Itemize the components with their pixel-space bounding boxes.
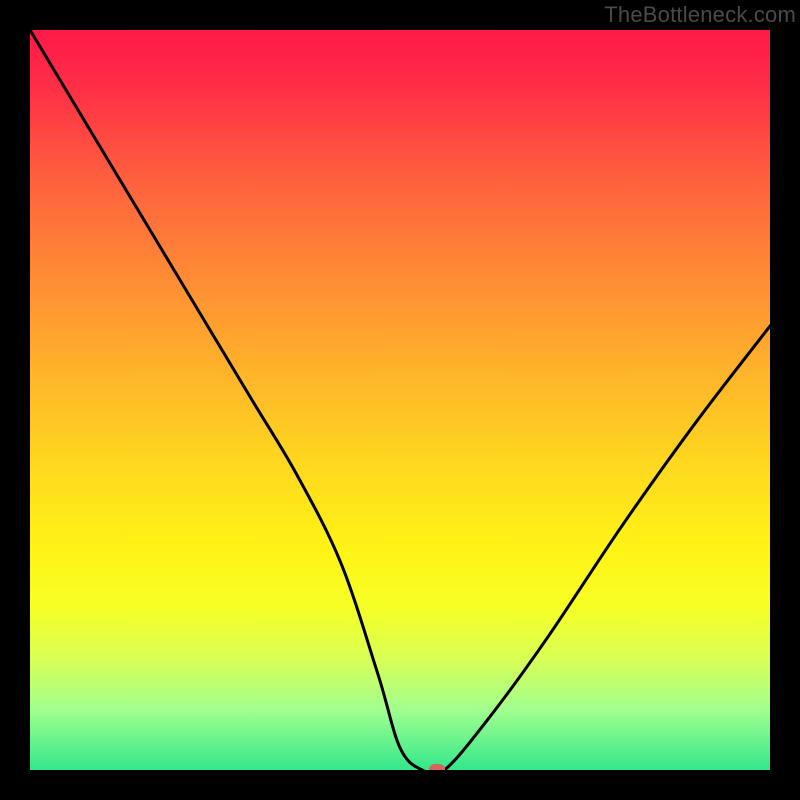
watermark-text: TheBottleneck.com (604, 2, 796, 28)
curve-path (30, 30, 770, 770)
plot-area (30, 30, 770, 770)
bottleneck-curve (30, 30, 770, 770)
optimal-marker (429, 764, 445, 770)
chart-frame: TheBottleneck.com (0, 0, 800, 800)
